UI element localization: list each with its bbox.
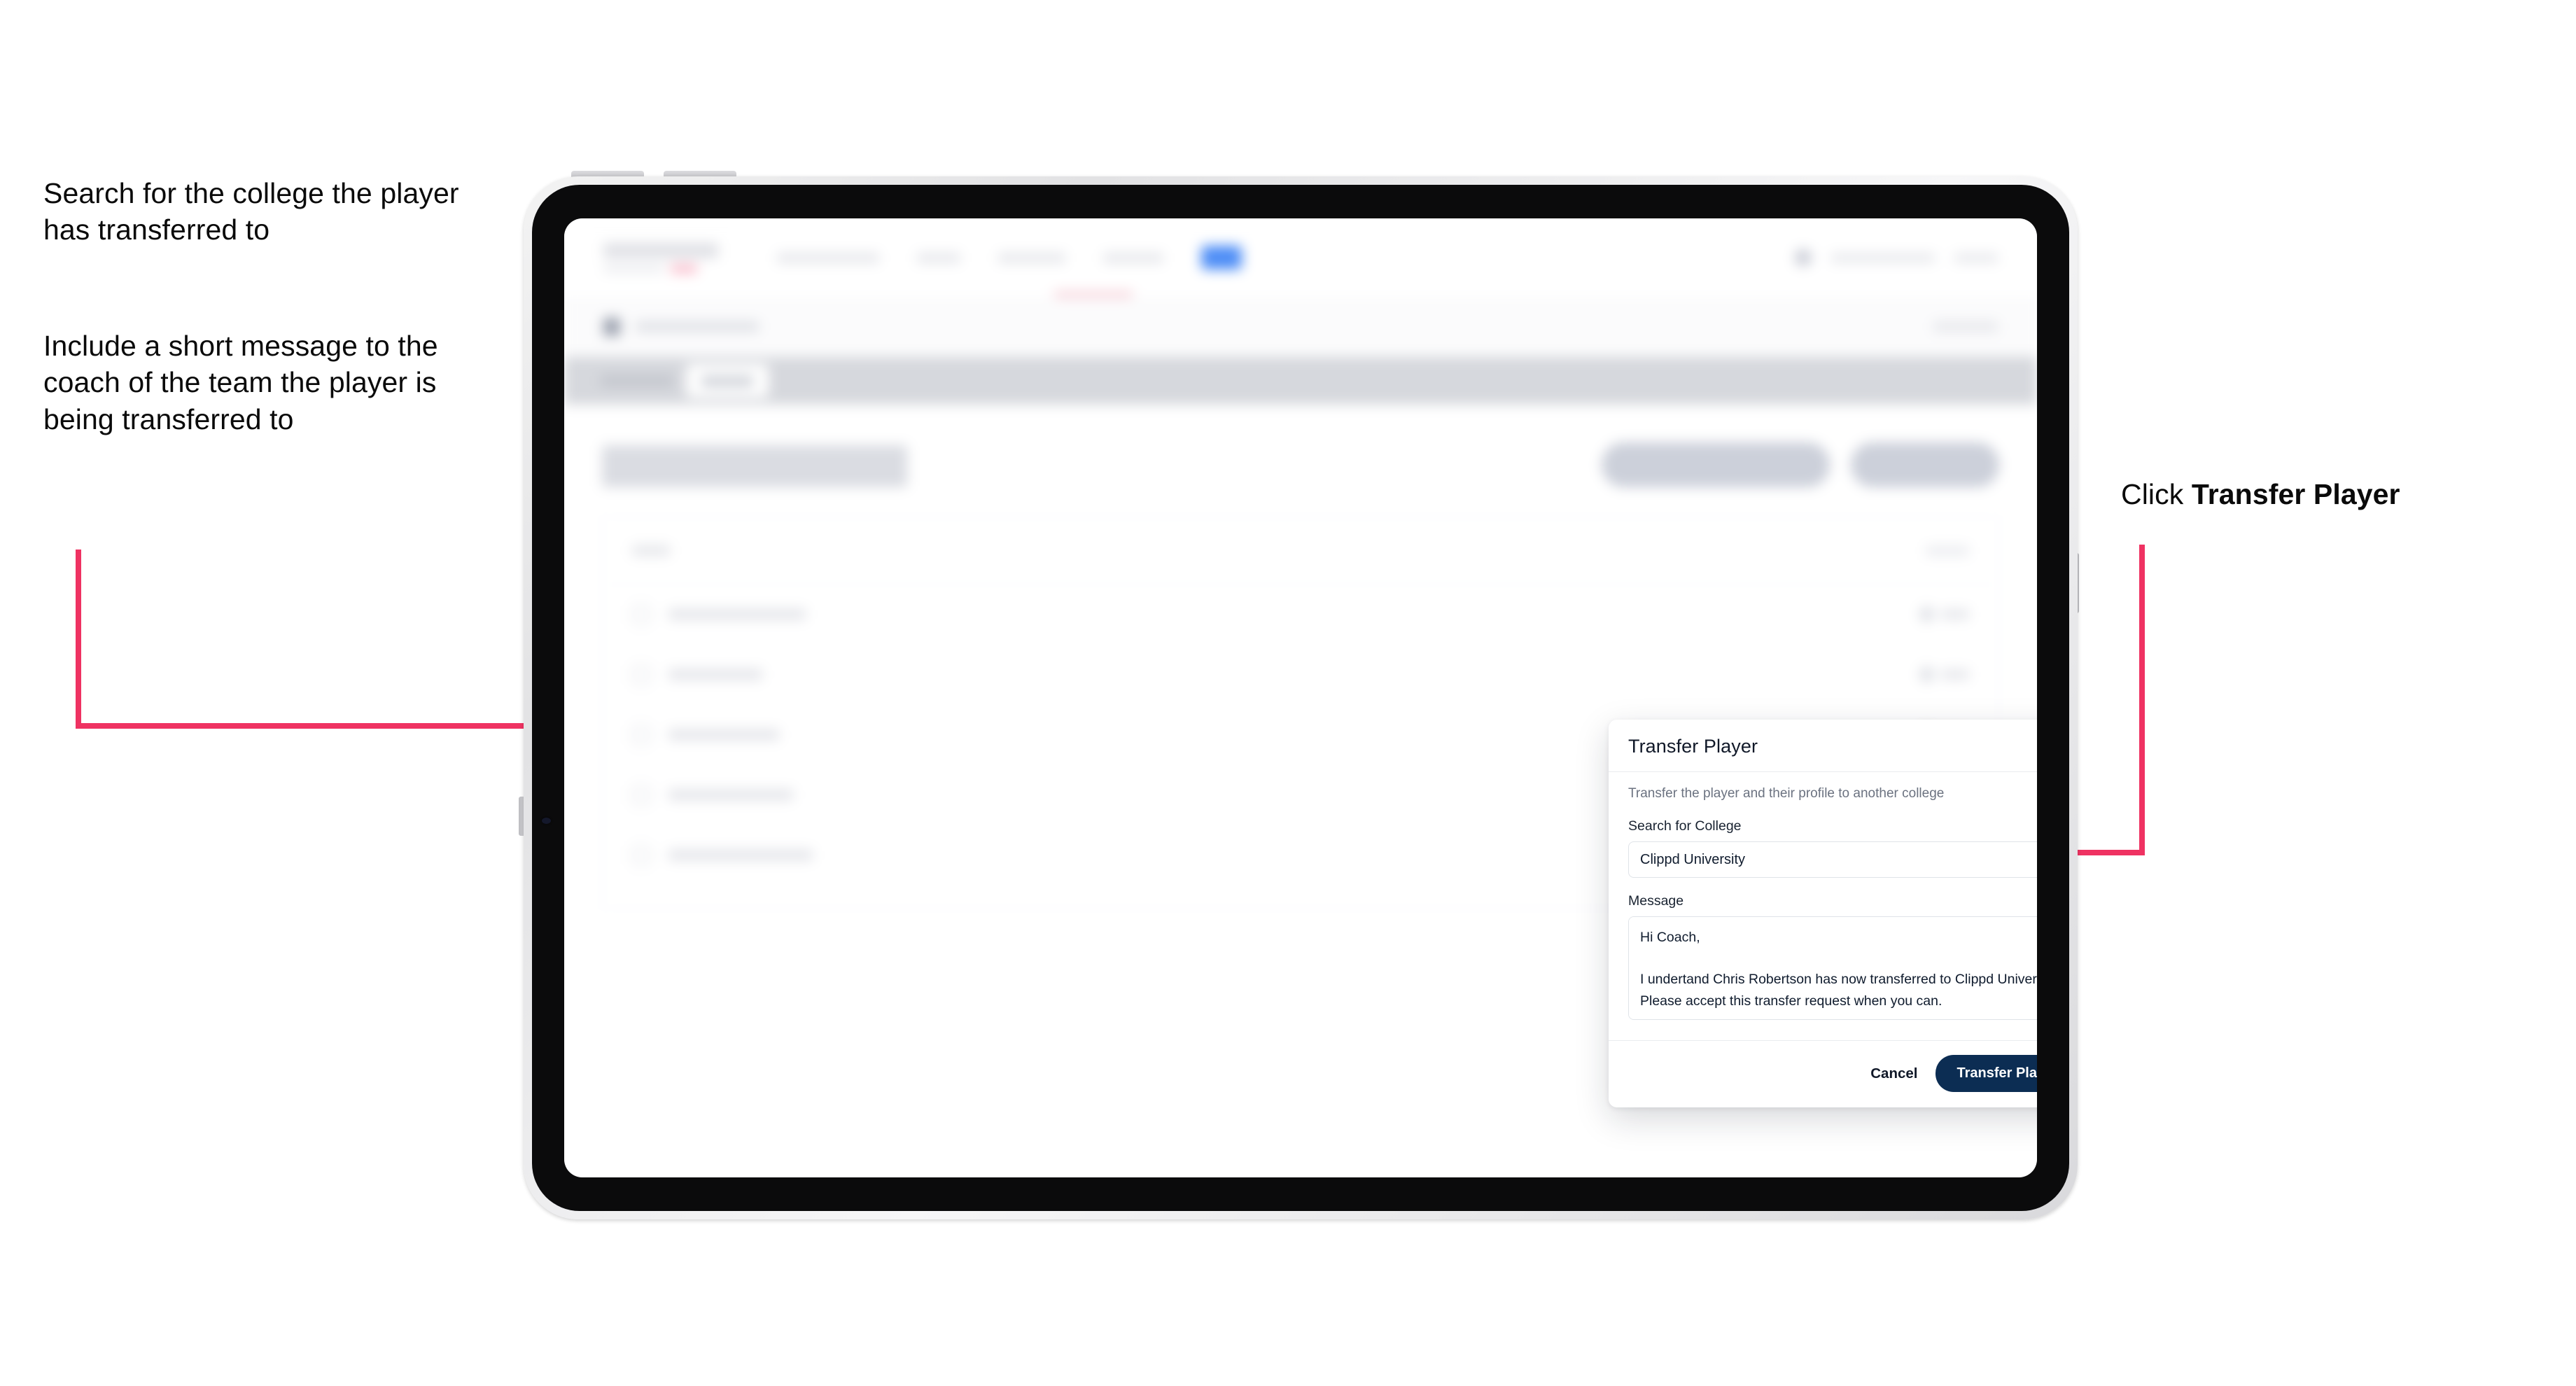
user-email-label	[1831, 253, 1935, 262]
breadcrumb	[636, 321, 759, 332]
row-player-name	[668, 790, 793, 800]
pencil-icon	[1917, 665, 1936, 684]
table-row[interactable]	[603, 584, 1998, 645]
nav-item-2[interactable]	[917, 252, 960, 263]
callout-line-right-vertical	[2139, 545, 2145, 855]
row-player-name	[668, 850, 813, 860]
avatar[interactable]	[1795, 249, 1812, 266]
column-header-name	[632, 545, 670, 556]
message-field-group: Message Hi Coach, I undertand Chris Robe…	[1628, 893, 2037, 1023]
dialog-body: Transfer the player and their profile to…	[1609, 772, 2037, 1040]
app-nav-user-area	[1795, 249, 1998, 266]
row-edit-label	[1941, 670, 1969, 679]
camera-icon	[542, 818, 551, 824]
nav-item-4[interactable]	[1103, 252, 1163, 263]
column-header-action	[1926, 545, 1969, 556]
sign-out-link[interactable]	[1954, 253, 1998, 262]
annotation-include-message: Include a short message to the coach of …	[43, 330, 438, 435]
tab-details[interactable]	[601, 375, 673, 386]
nav-item-active[interactable]	[1201, 246, 1242, 270]
row-checkbox[interactable]	[632, 725, 650, 744]
app-logo	[603, 242, 718, 273]
college-field-label: Search for College	[1628, 818, 1742, 834]
message-field-label: Message	[1628, 893, 1684, 909]
app-nav-links	[777, 246, 1242, 270]
request-player-transfer-button[interactable]	[1602, 442, 1830, 487]
logo-wordmark	[603, 242, 718, 258]
nav-active-underline	[1054, 292, 1133, 297]
dialog-title: Transfer Player	[1628, 735, 1758, 757]
cancel-button[interactable]: Cancel	[1870, 1065, 1917, 1082]
add-player-button[interactable]	[1851, 442, 1999, 487]
row-edit-action[interactable]	[1917, 605, 1969, 624]
transfer-player-dialog: Transfer Player Transfer the player and …	[1609, 720, 2037, 1107]
row-player-name	[668, 729, 779, 740]
row-player-name	[668, 609, 806, 620]
nav-item-1[interactable]	[777, 252, 879, 263]
tab-roster-label	[701, 375, 753, 386]
row-checkbox[interactable]	[632, 665, 650, 684]
dialog-header: Transfer Player	[1609, 720, 2037, 772]
breadcrumb-icon	[603, 317, 620, 336]
logo-subtitle-row	[603, 264, 718, 273]
roster-table-header	[603, 517, 1998, 584]
college-field-group: Search for College	[1628, 818, 2037, 878]
tab-roster[interactable]	[686, 364, 769, 398]
logo-subtitle	[603, 265, 664, 272]
tablet-bezel: Transfer Player Transfer the player and …	[532, 185, 2069, 1211]
row-edit-action[interactable]	[1917, 665, 1969, 684]
search-college-input[interactable]	[1628, 841, 2037, 878]
row-checkbox[interactable]	[632, 605, 650, 624]
annotation-search-college: Search for the college the player has tr…	[43, 177, 459, 246]
logo-accent-badge	[671, 264, 697, 273]
row-edit-label	[1941, 610, 1969, 619]
transfer-player-button[interactable]: Transfer Player	[1935, 1055, 2037, 1092]
message-textarea[interactable]: Hi Coach, I undertand Chris Robertson ha…	[1628, 916, 2037, 1020]
annotation-click-target: Transfer Player	[2191, 478, 2400, 510]
app-breadcrumb-bar	[564, 297, 2037, 357]
row-player-name	[668, 669, 762, 680]
page-title	[602, 445, 907, 487]
row-checkbox[interactable]	[632, 785, 650, 804]
tablet-device-frame: Transfer Player Transfer the player and …	[524, 176, 2078, 1219]
dialog-subtitle: Transfer the player and their profile to…	[1628, 786, 1945, 801]
annotation-click-transfer: Click Transfer Player	[2121, 476, 2555, 512]
screenshot-root: Search for the college the player has tr…	[0, 0, 2576, 1386]
breadcrumb-action-link[interactable]	[1933, 321, 1998, 332]
app-tab-bar	[564, 357, 2037, 405]
pencil-icon	[1917, 605, 1936, 624]
page-action-buttons	[1602, 442, 1999, 487]
nav-item-3[interactable]	[998, 252, 1065, 263]
app-navbar	[564, 218, 2037, 297]
annotation-click-prefix: Click	[2121, 478, 2192, 510]
callout-line-left-vertical	[76, 550, 81, 729]
table-row[interactable]	[603, 645, 1998, 705]
tablet-screen: Transfer Player Transfer the player and …	[564, 218, 2037, 1177]
row-checkbox[interactable]	[632, 846, 650, 864]
dialog-footer: Cancel Transfer Player	[1609, 1040, 2037, 1107]
